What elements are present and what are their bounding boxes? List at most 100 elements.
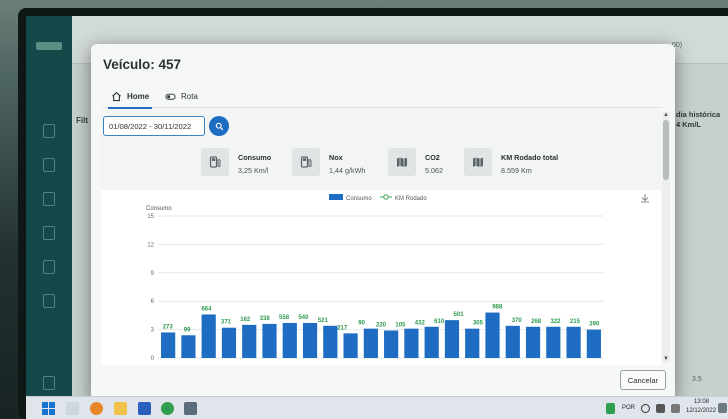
language-indicator[interactable]: POR bbox=[622, 405, 635, 411]
data-label-km: 305 bbox=[473, 321, 484, 327]
document-icon[interactable] bbox=[43, 158, 55, 172]
y-tick-label: 0 bbox=[151, 356, 155, 362]
data-label-km: 273 bbox=[163, 324, 174, 330]
shield-icon[interactable] bbox=[606, 403, 615, 414]
data-label-km: 217 bbox=[337, 325, 348, 331]
chart-bar bbox=[161, 332, 176, 358]
file-explorer-icon[interactable] bbox=[114, 402, 127, 415]
app-sidebar bbox=[26, 16, 72, 396]
data-label-km: 432 bbox=[415, 321, 426, 327]
chart-bar bbox=[404, 328, 419, 358]
tab-rota-label: Rota bbox=[181, 91, 198, 101]
legend-label-consumo: Consumo bbox=[346, 196, 372, 202]
data-label-km: 540 bbox=[298, 315, 309, 321]
data-label-km: 90 bbox=[358, 321, 365, 327]
clock-date[interactable]: 12/12/2022 bbox=[686, 408, 716, 414]
chart-bar bbox=[444, 320, 460, 358]
clock-time[interactable]: 13:08 bbox=[694, 399, 709, 405]
scroll-down-arrow[interactable]: ▼ bbox=[662, 356, 670, 362]
date-range-input[interactable] bbox=[103, 116, 205, 136]
y-tick-label: 15 bbox=[147, 214, 154, 220]
search-icon bbox=[215, 122, 223, 130]
document-icon[interactable] bbox=[43, 192, 55, 206]
data-label-km: 220 bbox=[376, 323, 387, 329]
data-label-km: 664 bbox=[201, 306, 212, 312]
bg-right-value: 3.5 bbox=[692, 376, 702, 383]
stat-label: Consumo bbox=[238, 153, 272, 162]
stat-label: KM Rodado total bbox=[501, 153, 559, 162]
legend-label-km: KM Rodado bbox=[395, 196, 427, 202]
app-icon[interactable] bbox=[184, 402, 197, 415]
data-label-km: 610 bbox=[434, 319, 445, 325]
windows-start-icon[interactable] bbox=[42, 402, 55, 415]
notification-icon[interactable] bbox=[718, 403, 727, 413]
chart-bar bbox=[363, 328, 378, 358]
scroll-up-arrow[interactable]: ▲ bbox=[662, 112, 670, 118]
document-icon[interactable] bbox=[43, 260, 55, 274]
chart-bar bbox=[525, 326, 541, 358]
search-button[interactable] bbox=[209, 116, 229, 136]
data-label-km: 558 bbox=[279, 315, 290, 321]
data-label-km: 370 bbox=[512, 318, 523, 324]
chart-bar bbox=[586, 329, 601, 358]
bg-right-label-2: 4 Km/L bbox=[676, 120, 702, 129]
battery-icon[interactable] bbox=[671, 404, 680, 413]
document-icon[interactable] bbox=[43, 294, 55, 308]
chart-bar bbox=[465, 328, 480, 358]
data-label-km: 105 bbox=[395, 323, 406, 329]
y-tick-label: 12 bbox=[147, 242, 154, 248]
chart-icon[interactable] bbox=[43, 124, 55, 138]
document-icon[interactable] bbox=[43, 226, 55, 240]
chart-bar bbox=[282, 322, 297, 358]
taskbar: POR 13:08 12/12/2022 bbox=[26, 396, 728, 419]
bg-right-label-1: dia histórica bbox=[676, 110, 721, 119]
stat-value: 5.062 bbox=[425, 166, 443, 175]
filter-label: Filt bbox=[76, 116, 88, 125]
data-label-km: 162 bbox=[240, 317, 251, 323]
fuel-pump-icon bbox=[292, 148, 320, 176]
search-icon[interactable] bbox=[66, 402, 79, 415]
tab-home[interactable]: Home bbox=[107, 86, 153, 109]
toggle-icon bbox=[165, 91, 176, 102]
map-icon bbox=[464, 148, 492, 176]
data-label-km: 501 bbox=[454, 312, 465, 318]
chrome-icon[interactable] bbox=[161, 402, 174, 415]
data-label-km: 338 bbox=[260, 316, 271, 322]
stat-value: 1,44 g/kWh bbox=[329, 166, 366, 175]
chart-bar bbox=[262, 323, 277, 358]
scrollbar[interactable]: ▲ ▼ bbox=[662, 112, 670, 362]
chart-bar bbox=[221, 327, 237, 358]
volume-icon[interactable] bbox=[656, 404, 665, 413]
firefox-icon[interactable] bbox=[90, 402, 103, 415]
download-icon bbox=[641, 194, 649, 203]
chart-bar bbox=[424, 326, 439, 358]
stat-value: 3,25 Km/l bbox=[238, 166, 269, 175]
legend-swatch-consumo bbox=[329, 194, 343, 200]
data-label-km: 371 bbox=[221, 320, 232, 326]
data-label-km: 521 bbox=[318, 318, 329, 324]
vehicle-modal: Veículo: 457 Home Rota Consumo 3,25 Km/l bbox=[91, 44, 675, 400]
scrollbar-thumb[interactable] bbox=[663, 120, 669, 180]
data-label-km: 99 bbox=[184, 327, 191, 333]
home-content: Consumo 3,25 Km/l Nox 1,44 g/kWh CO2 5.0… bbox=[101, 110, 661, 365]
chart-bar bbox=[323, 325, 338, 358]
y-axis-label: Consumo bbox=[146, 206, 172, 212]
chart-bar bbox=[201, 314, 216, 358]
data-label-km: 322 bbox=[551, 319, 562, 325]
person-icon[interactable] bbox=[43, 376, 55, 390]
chart-bar bbox=[343, 333, 358, 358]
chart-bar bbox=[302, 322, 318, 358]
consumption-chart: Consumo KM Rodado Consumo 0 3 6 9 12 15 273 99 664 3… bbox=[101, 190, 661, 365]
tab-bar: Home Rota bbox=[103, 84, 663, 109]
fuel-pump-icon bbox=[201, 148, 229, 176]
word-icon[interactable] bbox=[138, 402, 151, 415]
wifi-icon[interactable] bbox=[641, 404, 650, 413]
data-label-km: 215 bbox=[570, 319, 581, 325]
legend-marker-km bbox=[383, 194, 389, 200]
tab-rota[interactable]: Rota bbox=[165, 86, 198, 106]
modal-title: Veículo: 457 bbox=[103, 57, 182, 72]
data-label-km: 988 bbox=[492, 305, 503, 311]
cancel-button[interactable]: Cancelar bbox=[620, 370, 666, 390]
chart-svg: Consumo KM Rodado Consumo 0 3 6 9 12 15 273 99 664 3… bbox=[146, 194, 649, 362]
chart-bar bbox=[242, 324, 257, 358]
